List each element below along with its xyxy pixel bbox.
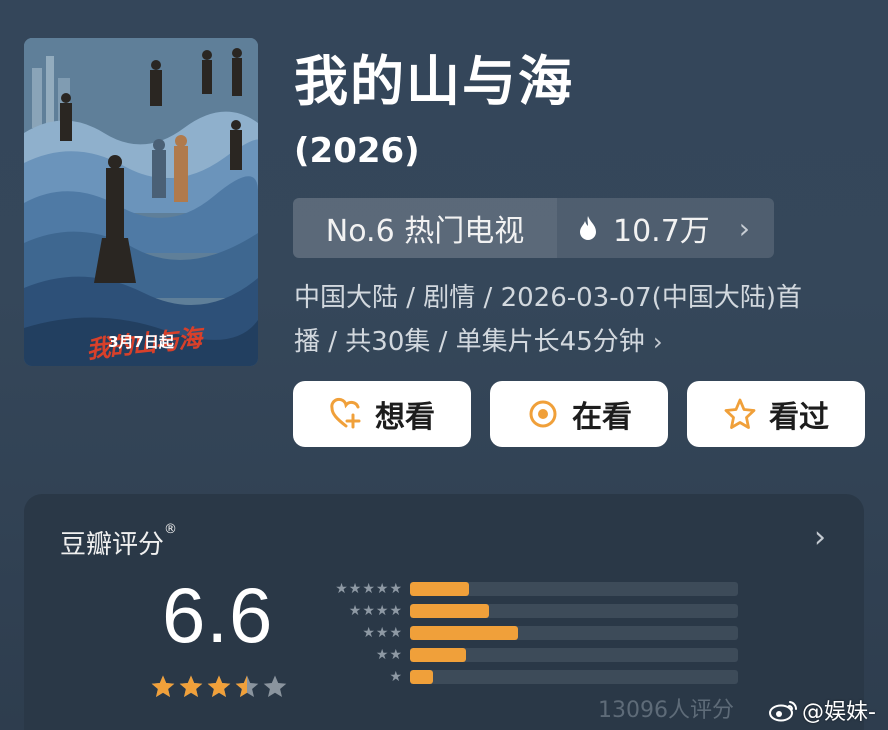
- heart-plus-icon: [330, 397, 361, 429]
- distribution-bar: [410, 648, 466, 662]
- distribution-row: ★ ★ ★ ★: [316, 600, 738, 622]
- rank-pill[interactable]: No.6 热门电视 10.7万 ›: [293, 198, 774, 258]
- small-star-icon: ★: [389, 603, 402, 619]
- registered-mark: ®: [164, 522, 178, 537]
- heat-value: 10.7万: [613, 214, 710, 249]
- distribution-bar: [410, 604, 489, 618]
- chevron-right-icon: ›: [738, 211, 750, 245]
- poster-art: [24, 38, 258, 366]
- rating-card[interactable]: 豆瓣评分® › 6.6 ★ ★ ★ ★ ★ ★ ★ ★ ★ ★ ★ ★ ★ ★ ★ 13096人评分: [24, 494, 864, 730]
- distribution-row: ★ ★: [316, 644, 738, 666]
- watching-button[interactable]: 在看: [490, 381, 668, 447]
- rating-distribution: ★ ★ ★ ★ ★ ★ ★ ★ ★ ★ ★ ★ ★ ★ ★: [316, 578, 738, 688]
- action-buttons: 想看 在看 看过: [293, 381, 865, 447]
- distribution-bar: [410, 670, 433, 684]
- star-filled-icon: [207, 675, 231, 697]
- star-filled-icon: [179, 675, 203, 697]
- meta-info[interactable]: 中国大陆 / 剧情 / 2026-03-07(中国大陆)首 播 / 共30集 /…: [294, 276, 864, 364]
- distribution-track: [410, 670, 738, 684]
- release-year: (2026): [294, 131, 420, 171]
- meta-line-1: 中国大陆 / 剧情 / 2026-03-07(中国大陆)首: [294, 283, 802, 313]
- rating-title: 豆瓣评分®: [60, 522, 178, 561]
- want-to-watch-button[interactable]: 想看: [293, 381, 471, 447]
- chevron-right-icon[interactable]: ›: [814, 520, 826, 555]
- chevron-right-icon: ›: [653, 328, 663, 356]
- rating-title-text: 豆瓣评分: [60, 530, 165, 560]
- distribution-track: [410, 582, 738, 596]
- star-filled-icon: [151, 675, 175, 697]
- small-star-icon: ★: [348, 581, 362, 597]
- distribution-stars: ★ ★ ★ ★: [316, 604, 402, 618]
- distribution-row: ★ ★ ★ ★ ★: [316, 578, 738, 600]
- distribution-track: [410, 626, 738, 640]
- watermark: @娱妹-: [768, 694, 876, 726]
- distribution-stars: ★ ★ ★ ★ ★: [316, 582, 402, 596]
- small-star-icon: ★: [375, 603, 389, 619]
- star-half-icon: [235, 675, 259, 697]
- small-star-icon: ★: [389, 669, 402, 685]
- rank-label: No.6 热门电视: [293, 198, 557, 258]
- distribution-stars: ★: [316, 670, 402, 684]
- small-star-icon: ★: [362, 625, 375, 641]
- small-star-icon: ★: [375, 647, 389, 663]
- distribution-bar: [410, 582, 470, 596]
- distribution-bar: [410, 626, 519, 640]
- watched-button[interactable]: 看过: [687, 381, 865, 447]
- watermark-text: @娱妹-: [802, 700, 876, 725]
- distribution-track: [410, 604, 738, 618]
- heat-section: 10.7万 ›: [557, 198, 774, 258]
- small-star-icon: ★: [375, 625, 389, 641]
- small-star-icon: ★: [348, 603, 362, 619]
- poster-image[interactable]: 我的山与海 3月7日起: [24, 38, 258, 366]
- small-star-icon: ★: [362, 581, 375, 597]
- want-to-watch-label: 想看: [375, 400, 435, 435]
- small-star-icon: ★: [389, 647, 402, 663]
- weibo-icon: [769, 701, 798, 722]
- poster-date: 3月7日起: [108, 333, 174, 351]
- rating-score: 6.6: [162, 571, 274, 659]
- small-star-icon: ★: [362, 603, 375, 619]
- score-stars: [150, 674, 288, 700]
- distribution-row: ★ ★ ★: [316, 622, 738, 644]
- movie-detail-page: 我的山与海 3月7日起 我的山与海 (2026) No.6 热门电视 10.7万…: [0, 0, 888, 730]
- watched-label: 看过: [769, 400, 829, 435]
- distribution-row: ★: [316, 666, 738, 688]
- star-outline-icon: [724, 398, 756, 429]
- rating-count: 13096人评分: [598, 698, 734, 723]
- distribution-stars: ★ ★: [316, 648, 402, 662]
- small-star-icon: ★: [335, 581, 348, 597]
- small-star-icon: ★: [389, 625, 402, 641]
- page-title: 我的山与海: [294, 50, 574, 113]
- meta-line-2-wrap: 播 / 共30集 / 单集片长45分钟 ›: [294, 320, 864, 364]
- distribution-stars: ★ ★ ★: [316, 626, 402, 640]
- target-circle-icon: [529, 400, 557, 428]
- watching-label: 在看: [572, 400, 632, 435]
- flame-icon: [580, 216, 596, 240]
- distribution-track: [410, 648, 738, 662]
- small-star-icon: ★: [375, 581, 389, 597]
- meta-line-2: 播 / 共30集 / 单集片长45分钟: [294, 327, 645, 357]
- small-star-icon: ★: [389, 581, 402, 597]
- star-empty-icon: [263, 675, 287, 697]
